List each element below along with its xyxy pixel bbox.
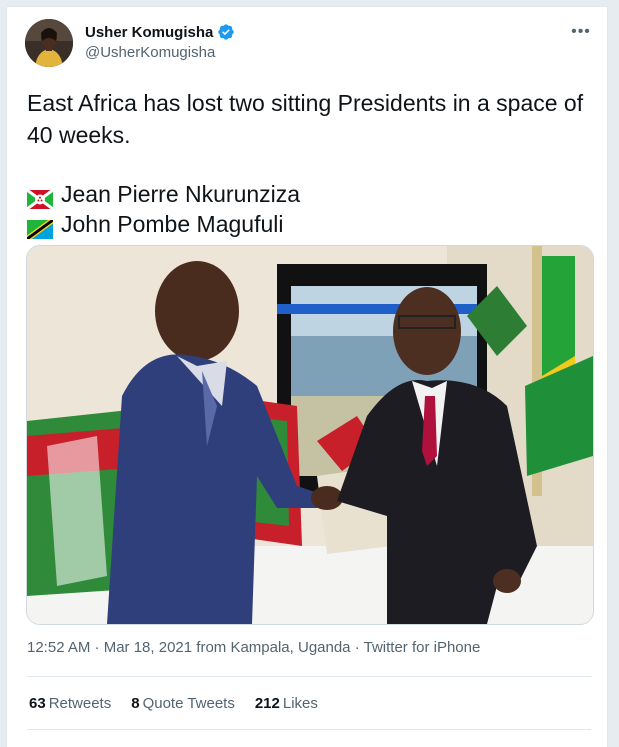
verified-badge-icon — [217, 23, 235, 41]
quote-tweets-stat[interactable]: 8 Quote Tweets — [131, 695, 235, 712]
flag-line-tanzania: John Pombe Magufuli — [27, 209, 597, 239]
flag-line-text: John Pombe Magufuli — [61, 211, 284, 237]
tweet-text-line: East Africa has lost two sitting Preside… — [27, 90, 584, 116]
divider — [27, 729, 591, 730]
tweet-text: East Africa has lost two sitting Preside… — [26, 87, 597, 239]
burundi-flag-icon — [26, 185, 54, 210]
author-info[interactable]: Usher Komugisha @UsherKomugisha — [85, 23, 235, 61]
more-options-icon[interactable]: ••• — [567, 23, 595, 43]
tweet-source-link[interactable]: Twitter for iPhone — [364, 639, 481, 656]
tweet-location: from Kampala, Uganda — [196, 639, 351, 656]
flag-line-burundi: Jean Pierre Nkurunziza — [26, 179, 597, 210]
divider — [27, 676, 591, 677]
tweet-stats: 63 Retweets 8 Quote Tweets 212 Likes — [29, 695, 318, 712]
tweet-meta: 12:52 AM · Mar 18, 2021 from Kampala, Ug… — [27, 639, 480, 656]
tweet-text-line: 40 weeks. — [27, 122, 131, 148]
tweet-photo[interactable] — [26, 245, 594, 625]
meta-separator: · — [354, 639, 364, 656]
flag-line-text: Jean Pierre Nkurunziza — [61, 181, 301, 207]
likes-stat[interactable]: 212 Likes — [255, 695, 318, 712]
author-handle[interactable]: @UsherKomugisha — [85, 44, 235, 61]
tweet-card: Usher Komugisha @UsherKomugisha ••• East… — [6, 6, 608, 747]
tanzania-flag-icon — [27, 215, 53, 239]
tweet-timestamp-link[interactable]: 12:52 AM · Mar 18, 2021 — [27, 639, 192, 656]
retweets-stat[interactable]: 63 Retweets — [29, 695, 111, 712]
author-display-name[interactable]: Usher Komugisha — [85, 24, 213, 41]
author-avatar[interactable] — [25, 19, 73, 67]
tweet-header: Usher Komugisha @UsherKomugisha ••• — [25, 19, 597, 71]
